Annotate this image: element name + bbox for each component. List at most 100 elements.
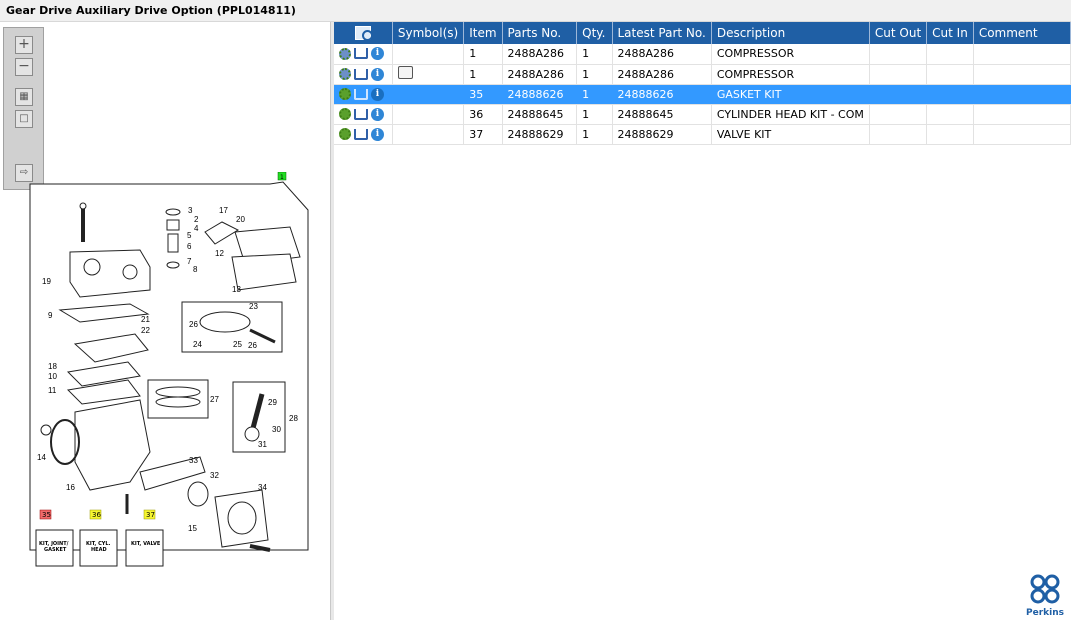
item-cell: 35 (463, 84, 503, 105)
callout-30: 30 (272, 425, 281, 434)
row-actions-cell: i (334, 44, 393, 65)
zoom-in-button[interactable]: + (15, 36, 33, 54)
valve-part-8 (166, 261, 180, 269)
illustration-pane[interactable]: + − ▦ □ ⇨ 1 3 2 4 5 6 7 8 9 10 11 12 13 … (0, 22, 331, 620)
valve-part-4 (166, 219, 180, 231)
fit-to-window-button[interactable]: ▦ (15, 88, 33, 106)
table-header-row: Symbol(s) Item Parts No. Qty. Latest Par… (334, 22, 1071, 44)
cut-in-cell (926, 84, 974, 105)
column-header-cut-in[interactable]: Cut In (926, 22, 974, 44)
gear-icon[interactable] (339, 108, 351, 120)
symbols-cell (392, 64, 465, 85)
gear-icon[interactable] (339, 47, 351, 60)
table-row[interactable]: i 35 24888626 1 24888626 GASKET KIT (334, 84, 1071, 105)
cut-in-cell (926, 104, 974, 125)
window-titlebar: Gear Drive Auxiliary Drive Option (PPL01… (0, 0, 1071, 22)
latest-part-no-cell: 24888626 (612, 84, 712, 105)
callout-14: 14 (37, 453, 46, 462)
column-header-icons[interactable] (334, 22, 393, 44)
comment-cell (973, 64, 1071, 85)
conrod-big-end (244, 426, 260, 442)
column-header-parts-no[interactable]: Parts No. (502, 22, 578, 44)
qty-cell: 1 (576, 124, 613, 145)
table-row[interactable]: i 1 2488A286 1 2488A286 COMPRESSOR (334, 44, 1071, 65)
comment-cell (973, 104, 1071, 125)
cart-icon[interactable] (354, 48, 368, 60)
cart-icon[interactable] (354, 88, 368, 100)
item-cell: 1 (463, 44, 503, 65)
description-cell: GASKET KIT (711, 84, 870, 105)
cut-out-cell (869, 84, 928, 105)
column-header-qty[interactable]: Qty. (576, 22, 613, 44)
callout-6: 6 (187, 242, 192, 251)
column-header-comment[interactable]: Comment (973, 22, 1071, 44)
zoom-out-button[interactable]: − (15, 58, 33, 76)
qty-cell: 1 (576, 44, 613, 65)
callout-11: 11 (48, 386, 57, 395)
gear-icon[interactable] (339, 128, 351, 140)
callout-28: 28 (289, 414, 298, 423)
callout-12: 12 (215, 249, 224, 258)
perkins-logo-mark (1030, 574, 1060, 604)
item-cell: 36 (463, 104, 503, 125)
callout-34: 34 (258, 483, 267, 492)
kit-37-box (125, 529, 164, 567)
cart-icon[interactable] (354, 128, 368, 140)
book-icon[interactable] (397, 66, 413, 79)
info-icon[interactable]: i (371, 67, 384, 81)
column-header-latest-part-no[interactable]: Latest Part No. (612, 22, 712, 44)
kit-35-number: 35 (42, 511, 51, 519)
piston-shape (199, 311, 251, 333)
cart-icon[interactable] (354, 108, 368, 120)
callout-1: 1 (280, 174, 284, 181)
info-icon[interactable]: i (371, 127, 384, 141)
column-header-description[interactable]: Description (711, 22, 870, 44)
parts-list-pane: Symbol(s) Item Parts No. Qty. Latest Par… (334, 22, 1071, 620)
valve-part-3 (165, 208, 181, 216)
actual-size-button[interactable]: □ (15, 110, 33, 128)
callout-31: 31 (258, 440, 267, 449)
table-row[interactable]: i 36 24888645 1 24888645 CYLINDER HEAD KIT - … (334, 104, 1071, 125)
kit-36-number: 36 (92, 511, 101, 519)
gear-icon[interactable] (339, 68, 351, 80)
row-actions-cell: i (334, 64, 393, 85)
symbols-cell (392, 44, 465, 65)
info-icon[interactable]: i (371, 87, 384, 101)
parts-no-cell: 2488A286 (502, 44, 578, 65)
callout-4: 4 (194, 224, 199, 233)
latest-part-no-cell: 24888645 (612, 104, 712, 125)
callout-15: 15 (188, 524, 197, 533)
parts-table: Symbol(s) Item Parts No. Qty. Latest Par… (334, 22, 1071, 145)
cut-out-cell (869, 64, 928, 85)
cut-out-cell (869, 104, 928, 125)
kit-37-label-1: KIT, VALVE (131, 541, 161, 547)
info-icon[interactable]: i (371, 47, 384, 61)
exploded-parts-diagram[interactable]: 1 3 2 4 5 6 7 8 9 10 11 12 13 14 15 16 1… (0, 172, 331, 582)
description-cell: COMPRESSOR (711, 64, 870, 85)
callout-7: 7 (187, 257, 192, 266)
cart-icon[interactable] (354, 68, 368, 80)
cut-out-cell (869, 124, 928, 145)
column-header-cut-out[interactable]: Cut Out (869, 22, 928, 44)
row-actions-cell: i (334, 124, 393, 145)
callout-25: 25 (233, 340, 242, 349)
rings-box (147, 379, 209, 419)
info-icon[interactable]: i (371, 107, 384, 121)
gear-icon[interactable] (339, 88, 351, 100)
item-cell: 37 (463, 124, 503, 145)
comment-cell (973, 84, 1071, 105)
column-header-symbols[interactable]: Symbol(s) (392, 22, 465, 44)
cut-in-cell (926, 64, 974, 85)
callout-10: 10 (48, 372, 57, 381)
callout-23: 23 (249, 302, 258, 311)
callout-20: 20 (236, 215, 245, 224)
washer-shape (40, 424, 52, 436)
column-header-item[interactable]: Item (463, 22, 503, 44)
table-row[interactable]: i 1 2488A286 1 2488A286 COMPRESSOR (334, 64, 1071, 85)
plus-icon: + (18, 36, 30, 52)
latest-part-no-cell: 2488A286 (612, 64, 712, 85)
callout-22: 22 (141, 326, 150, 335)
symbols-cell (392, 84, 465, 105)
callout-33: 33 (189, 456, 198, 465)
table-row[interactable]: i 37 24888629 1 24888629 VALVE KIT (334, 124, 1071, 145)
